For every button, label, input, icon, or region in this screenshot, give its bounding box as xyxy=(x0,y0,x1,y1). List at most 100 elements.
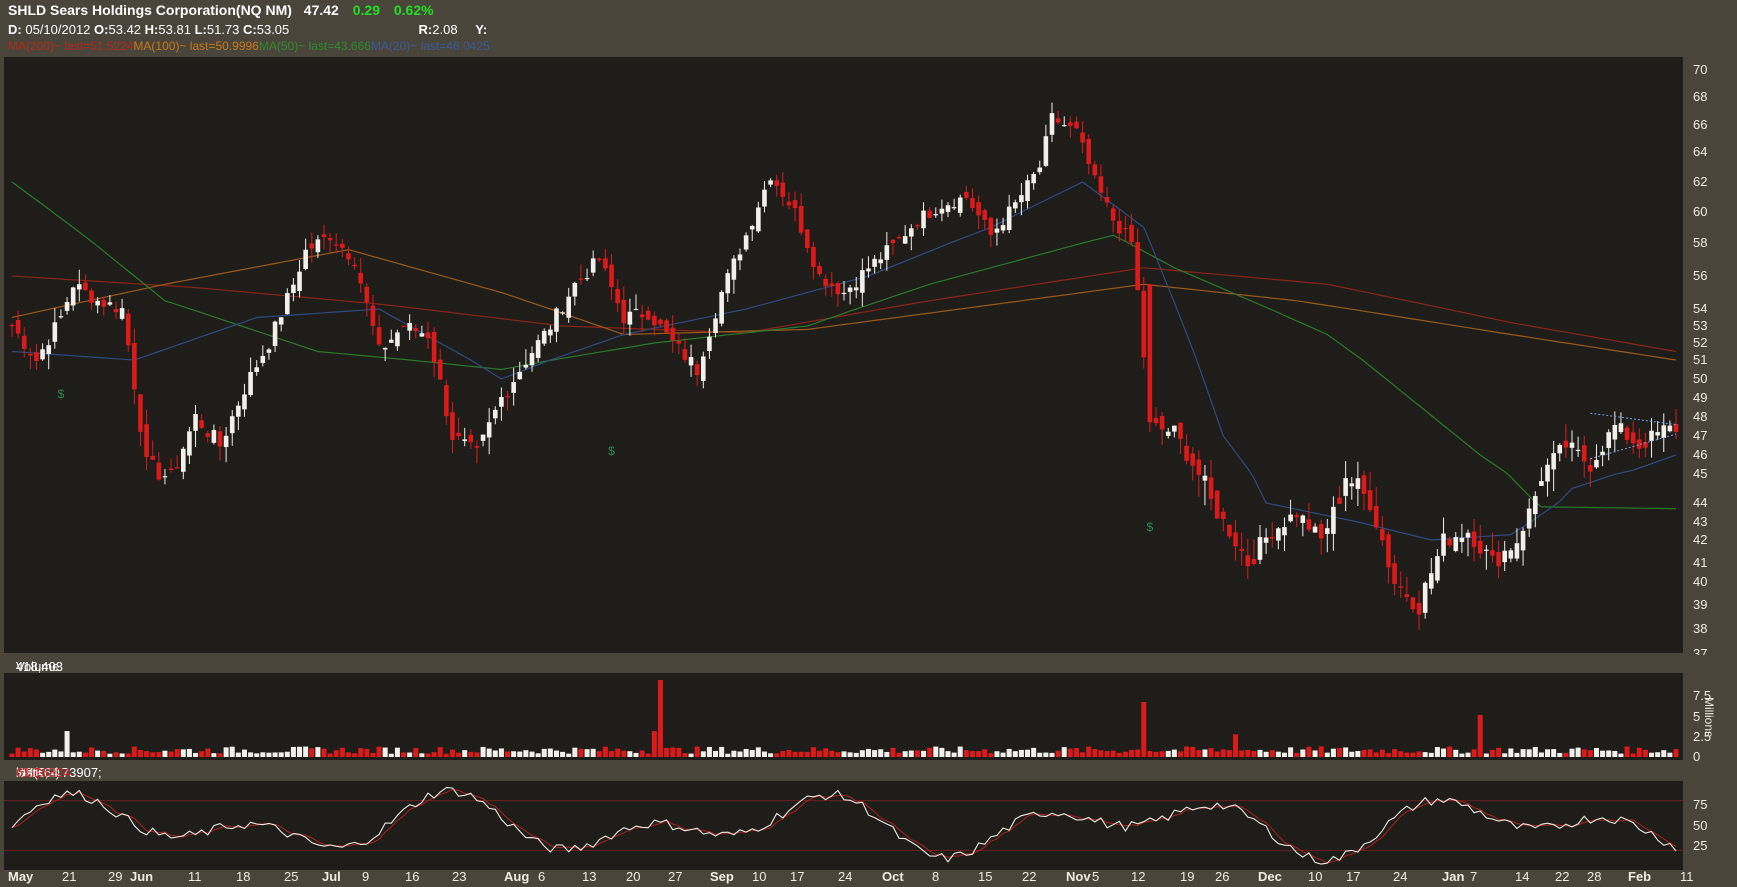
volume-bar xyxy=(1263,751,1269,757)
volume-bar xyxy=(456,752,462,757)
candle-body xyxy=(664,320,669,333)
candle-body xyxy=(768,180,773,185)
candle-body xyxy=(603,258,608,269)
volume-bar xyxy=(939,747,945,757)
candle-body xyxy=(1490,550,1495,556)
volume-bar xyxy=(462,750,468,757)
price-tick: 41 xyxy=(1693,555,1708,570)
candle-body xyxy=(713,318,718,334)
candle-body xyxy=(52,322,58,342)
candle-body xyxy=(1349,483,1355,487)
volume-bar xyxy=(1343,747,1349,757)
volume-bar xyxy=(352,753,358,757)
volume-bar xyxy=(1245,749,1251,757)
osc-d-last: 61.16824 xyxy=(16,765,71,780)
candle-body xyxy=(1441,533,1446,556)
candle-body xyxy=(933,214,939,216)
candle-body xyxy=(1233,532,1238,547)
candle-body xyxy=(621,299,627,324)
volume-bar xyxy=(1551,749,1557,757)
date-axis-label: 17 xyxy=(790,869,805,884)
volume-bar xyxy=(627,751,633,757)
volume-value: 418,403 xyxy=(16,659,63,674)
oscillator-chart[interactable] xyxy=(4,781,1683,870)
volume-bar xyxy=(437,747,443,757)
candle-body xyxy=(548,329,553,336)
volume-bar xyxy=(908,750,914,757)
date-axis-label: 17 xyxy=(1346,869,1361,884)
date-axis-label: 18 xyxy=(236,869,251,884)
volume-bar xyxy=(651,731,657,757)
candle-body xyxy=(535,340,541,358)
volume-bar xyxy=(1190,746,1196,757)
price-tick: 66 xyxy=(1693,117,1708,132)
candle-body xyxy=(1520,530,1526,551)
volume-bar xyxy=(951,752,957,757)
volume-bar xyxy=(272,752,278,757)
candle-body xyxy=(119,308,125,319)
candle-body xyxy=(670,327,676,341)
volume-bar xyxy=(162,750,168,757)
volume-bar xyxy=(315,747,321,757)
candle-body xyxy=(205,433,211,437)
volume-chart[interactable] xyxy=(4,673,1683,760)
oscillator-panel[interactable] xyxy=(4,781,1683,870)
volume-bar xyxy=(125,753,131,757)
volume-bar xyxy=(1642,749,1648,757)
symbol-title[interactable]: SHLD Sears Holdings Corporation(NQ NM) xyxy=(8,2,292,18)
price-change: 0.29 xyxy=(352,2,380,18)
date-axis-label: 13 xyxy=(582,869,597,884)
candle-body xyxy=(786,201,792,206)
candle-body xyxy=(327,238,333,241)
ma-legend-item: MA(20) xyxy=(370,39,411,53)
volume-bar xyxy=(144,751,150,757)
volume-bar xyxy=(615,748,621,757)
volume-bar xyxy=(976,751,982,757)
candle-body xyxy=(1006,206,1012,230)
price-panel[interactable]: $ $ $ xyxy=(4,57,1683,653)
volume-bar xyxy=(1220,749,1226,757)
candle-body xyxy=(1116,220,1122,234)
candle-body xyxy=(425,332,431,339)
date-axis-label: 27 xyxy=(668,869,683,884)
ma-legend[interactable]: MA(200)~ last=51.5224MA(100)~ last=50.99… xyxy=(8,39,490,53)
candle-body xyxy=(89,290,94,303)
candle-body xyxy=(431,331,437,363)
candle-body xyxy=(388,339,394,343)
volume-bar xyxy=(284,751,290,757)
volume-bar xyxy=(199,751,205,757)
volume-bar xyxy=(1373,752,1379,757)
volume-bar xyxy=(1545,749,1551,757)
candle-body xyxy=(1135,242,1140,291)
volume-bar xyxy=(1202,749,1208,757)
volume-bar xyxy=(853,752,859,757)
candle-body xyxy=(976,202,981,216)
candle-body xyxy=(1581,445,1587,462)
candle-body xyxy=(1098,176,1104,193)
candle-body xyxy=(1428,573,1434,589)
volume-panel[interactable] xyxy=(4,673,1683,760)
candle-body xyxy=(804,229,810,248)
price-tick: 49 xyxy=(1693,390,1708,405)
candle-body xyxy=(358,272,364,284)
candle-body xyxy=(309,243,315,249)
candle-body xyxy=(499,397,504,407)
volume-bar xyxy=(927,747,933,757)
volume-bar xyxy=(1025,749,1031,757)
volume-bar xyxy=(1208,748,1214,757)
ma-legend-item: ~ last=51.5224 xyxy=(54,39,134,53)
volume-bar xyxy=(413,748,419,757)
candle-body xyxy=(1551,453,1556,470)
candle-body xyxy=(817,265,822,275)
candle-body xyxy=(1575,449,1581,452)
volume-bar xyxy=(107,753,113,757)
candle-body xyxy=(1477,540,1483,554)
candle-body xyxy=(9,324,15,327)
volume-bar xyxy=(1257,749,1263,757)
candle-body xyxy=(1361,475,1367,494)
candle-body xyxy=(1123,228,1128,230)
candle-body xyxy=(1630,432,1636,444)
price-chart[interactable]: $ $ $ xyxy=(4,57,1683,653)
volume-tick: 5 xyxy=(1693,708,1701,724)
candle-body xyxy=(560,312,565,314)
